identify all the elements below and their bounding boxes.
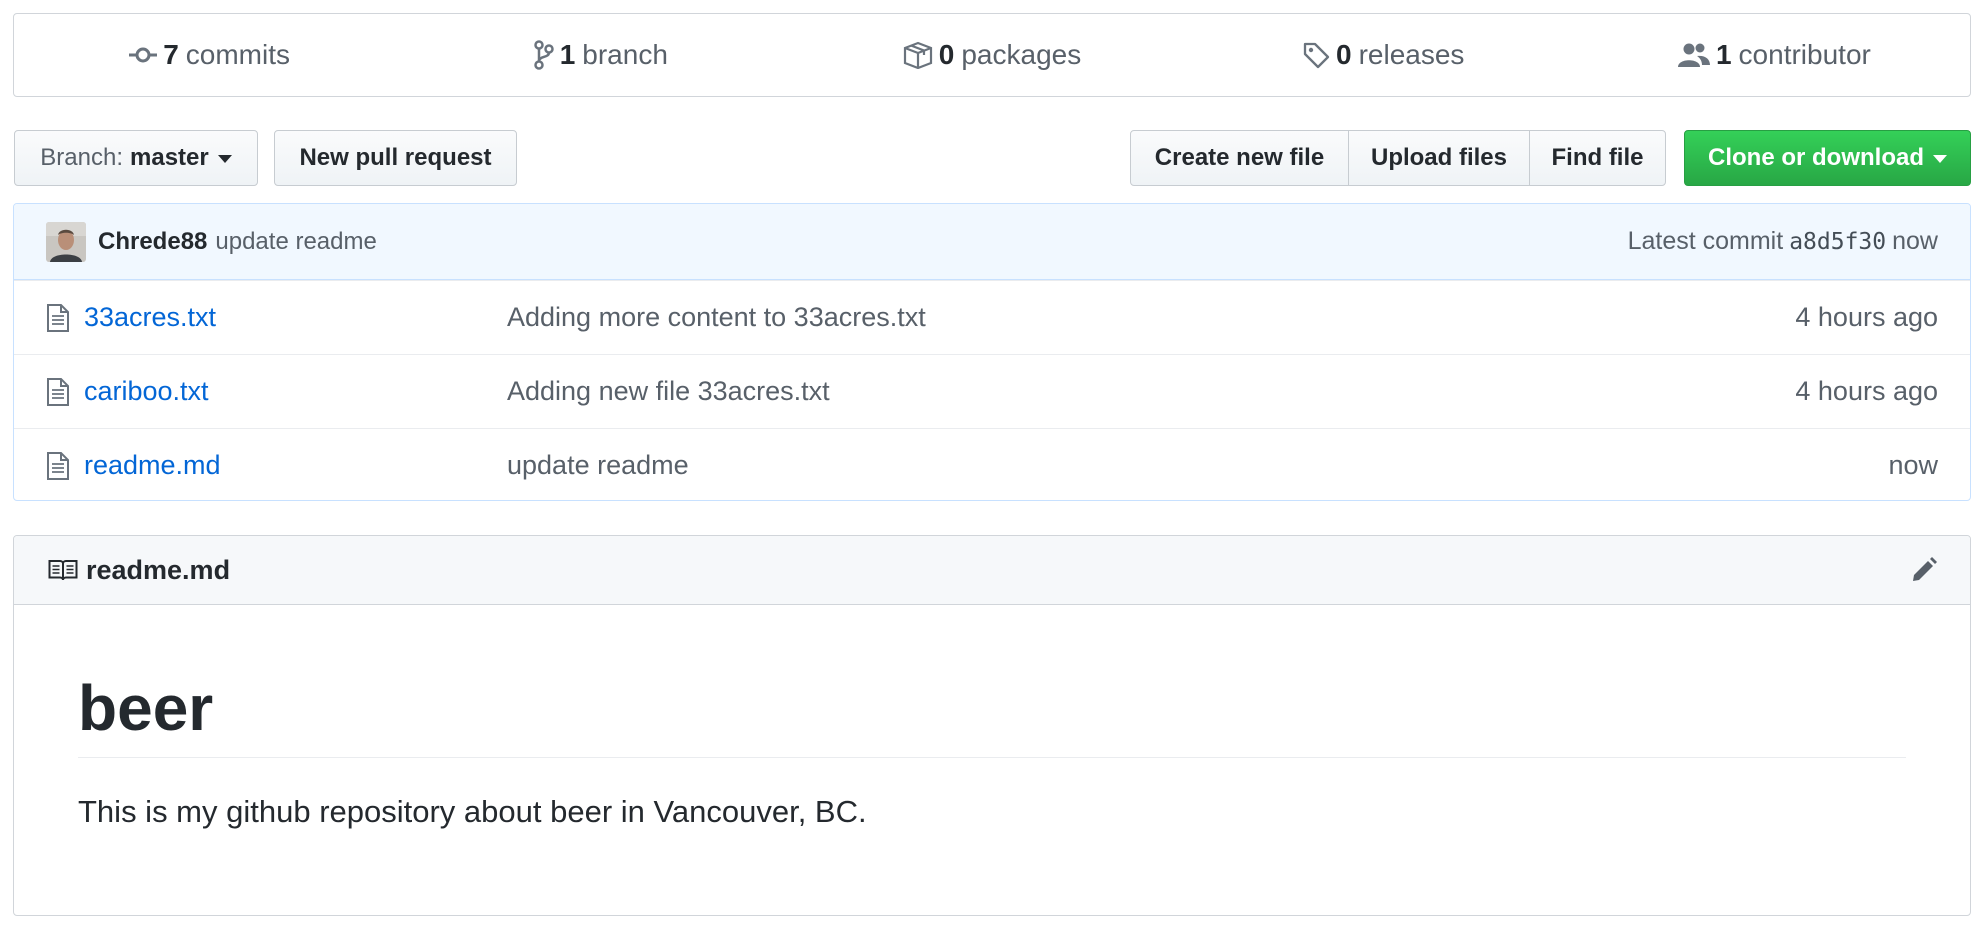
- file-icon: [46, 377, 76, 407]
- readme-heading: beer: [78, 673, 1906, 759]
- latest-commit-prefix: Latest commit: [1627, 227, 1784, 255]
- dropdown-caret-icon: [217, 155, 232, 163]
- packages-stat[interactable]: 0 packages: [796, 39, 1187, 71]
- commit-message-link[interactable]: update readme: [215, 228, 376, 256]
- repo-stats-bar: 7 commits 1 branch 0 packages 0 releases…: [13, 13, 1971, 97]
- table-row: cariboo.txt Adding new file 33acres.txt …: [14, 354, 1970, 428]
- contributors-label: contributor: [1738, 39, 1871, 70]
- releases-label: releases: [1358, 39, 1465, 70]
- new-pull-request-button[interactable]: New pull request: [274, 130, 517, 186]
- upload-files-button[interactable]: Upload files: [1348, 130, 1530, 186]
- table-row: 33acres.txt Adding more content to 33acr…: [14, 280, 1970, 354]
- contributors-stat[interactable]: 1 contributor: [1579, 39, 1970, 71]
- branches-count: 1: [559, 39, 576, 70]
- commit-sha-link[interactable]: a8d5f30: [1789, 229, 1886, 255]
- commit-icon: [129, 47, 158, 63]
- find-file-button[interactable]: Find file: [1529, 130, 1666, 186]
- file-commit-message-link[interactable]: Adding more content to 33acres.txt: [507, 302, 1795, 333]
- clone-label: Clone or download: [1708, 144, 1924, 171]
- packages-label: packages: [961, 39, 1082, 70]
- branch-icon: [533, 40, 554, 70]
- branch-select-button[interactable]: Branch: master: [14, 130, 258, 186]
- create-new-file-button[interactable]: Create new file: [1130, 130, 1349, 186]
- package-icon: [903, 41, 932, 69]
- table-row: readme.md update readme now: [14, 428, 1970, 500]
- readme-filename: readme.md: [86, 554, 231, 585]
- tag-icon: [1303, 42, 1330, 69]
- file-commit-message-link[interactable]: Adding new file 33acres.txt: [507, 376, 1795, 407]
- readme-header: readme.md: [14, 536, 1970, 605]
- commits-label: commits: [185, 39, 290, 70]
- commits-count: 7: [163, 39, 179, 70]
- readme-paragraph: This is my github repository about beer …: [78, 794, 867, 830]
- clone-or-download-button[interactable]: Clone or download: [1684, 130, 1971, 186]
- file-name-link[interactable]: readme.md: [84, 450, 507, 481]
- file-age: now: [1888, 450, 1938, 480]
- commit-author-link[interactable]: Chrede88: [98, 228, 207, 256]
- file-name-link[interactable]: cariboo.txt: [84, 376, 507, 407]
- file-list: Chrede88 update readme Latest commit a8d5…: [13, 203, 1971, 501]
- branches-label: branch: [582, 39, 668, 70]
- readme-panel: readme.md beer This is my github reposit…: [13, 535, 1971, 916]
- file-icon: [46, 451, 76, 481]
- contributors-count: 1: [1715, 39, 1732, 70]
- file-commit-message-link[interactable]: update readme: [507, 450, 1888, 481]
- people-icon: [1677, 43, 1710, 67]
- latest-commit-info: Latest commit a8d5f30 now: [1628, 227, 1938, 256]
- releases-count: 0: [1336, 39, 1352, 70]
- branches-stat[interactable]: 1 branch: [405, 39, 796, 71]
- file-name-link[interactable]: 33acres.txt: [84, 302, 507, 333]
- file-age: 4 hours ago: [1795, 302, 1938, 332]
- edit-pencil-icon[interactable]: [1910, 556, 1938, 584]
- dropdown-caret-icon: [1933, 155, 1947, 163]
- latest-commit-time: now: [1892, 227, 1938, 255]
- commits-stat[interactable]: 7 commits: [14, 39, 405, 71]
- file-icon: [46, 303, 76, 333]
- avatar[interactable]: [46, 221, 86, 262]
- releases-stat[interactable]: 0 releases: [1188, 39, 1579, 71]
- file-age: 4 hours ago: [1795, 376, 1938, 406]
- book-icon: [48, 558, 78, 582]
- readme-content: beer This is my github repository about …: [14, 673, 1970, 830]
- branch-prefix: Branch:: [40, 144, 123, 171]
- packages-count: 0: [938, 39, 955, 70]
- file-actions-group: Create new file Upload files Find file: [1130, 130, 1666, 186]
- latest-commit-bar: Chrede88 update readme Latest commit a8d5…: [14, 204, 1970, 280]
- branch-name: master: [130, 144, 209, 171]
